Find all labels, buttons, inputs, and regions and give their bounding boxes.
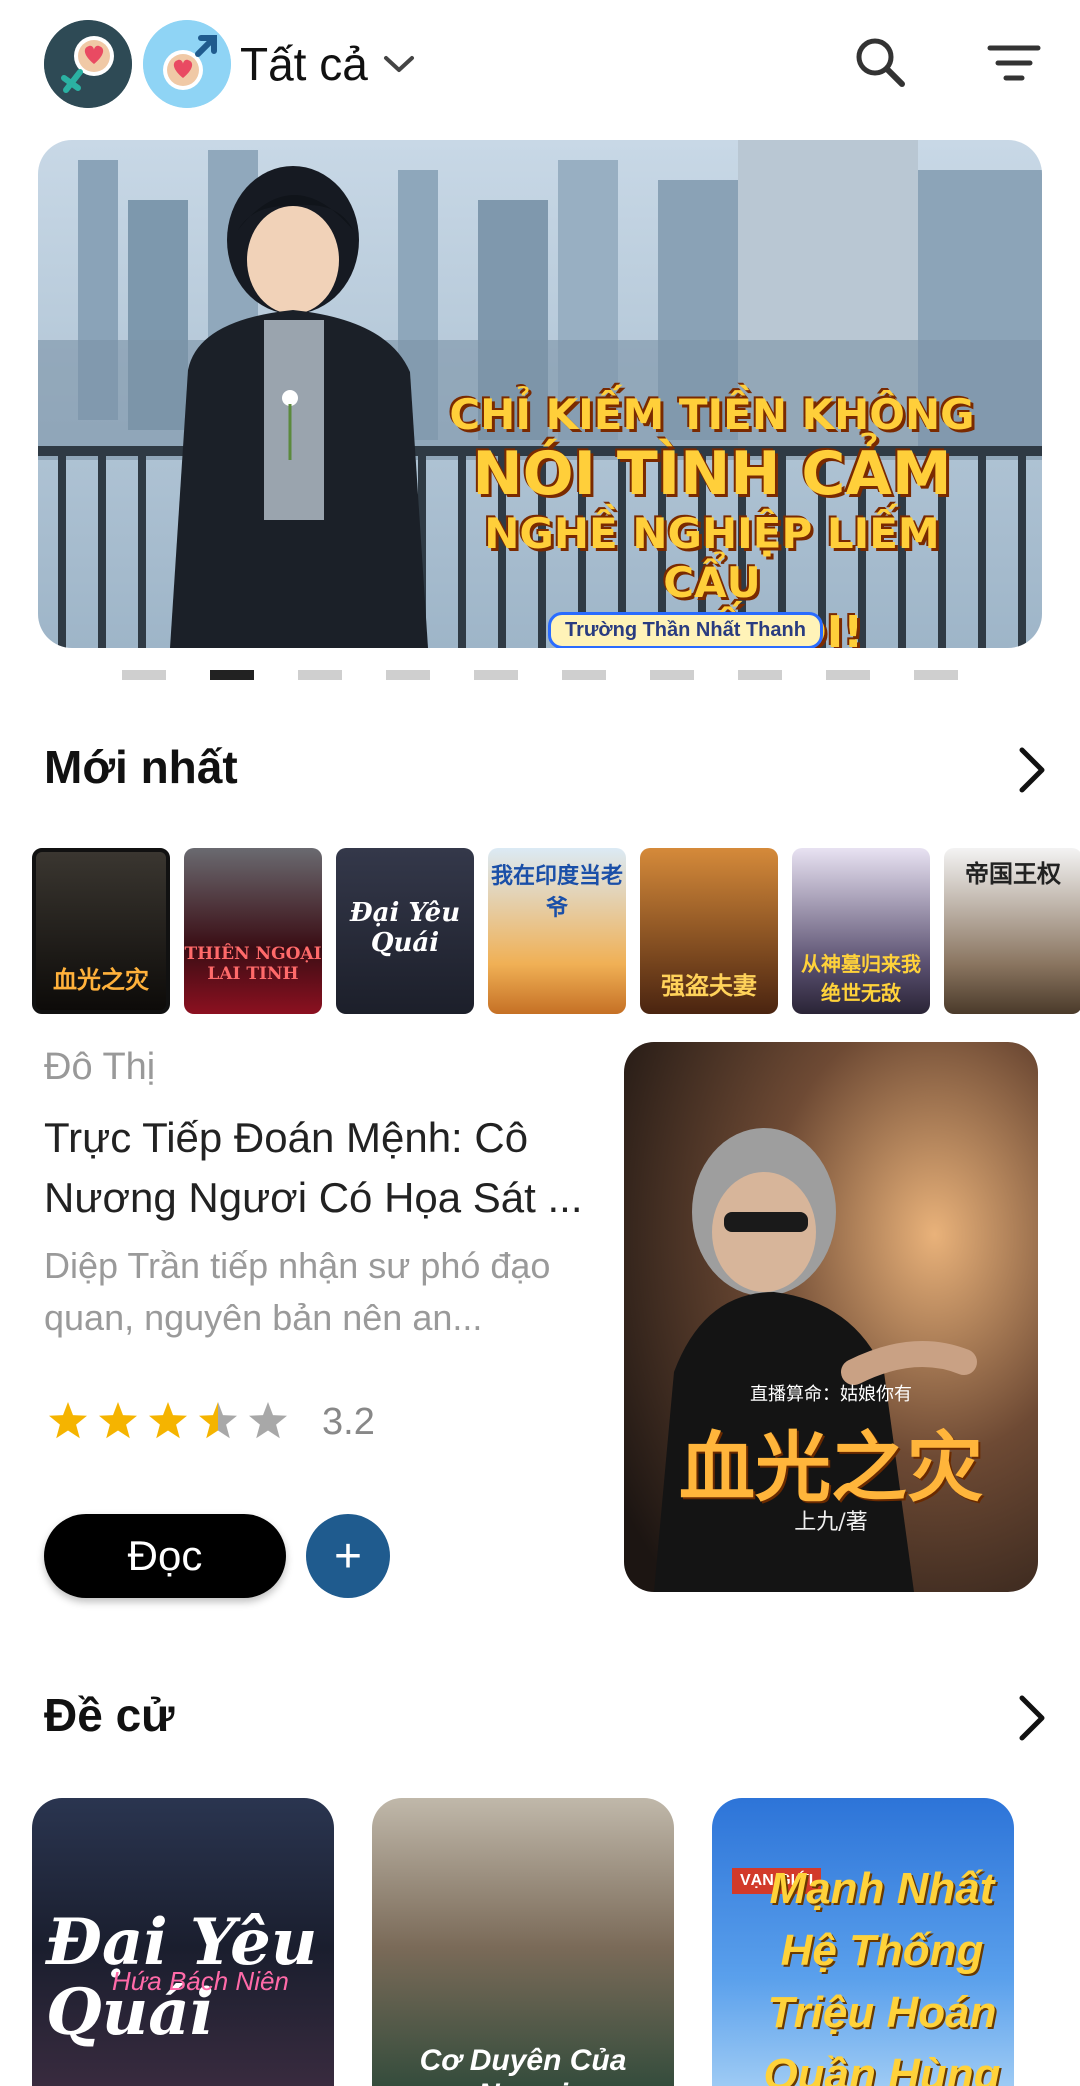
cover-title: 血光之灾 — [679, 1423, 983, 1512]
recommended-book-title: Cơ Duyên Của Ngươi — [419, 2044, 627, 2086]
banner-title-line: CHỈ KIẾM TIỀN KHÔNG — [449, 390, 975, 439]
banner-pagination — [0, 670, 1080, 680]
book-thumbnail-selected[interactable]: 血光之灾 — [32, 848, 170, 1014]
banner-author-tag: Trường Thần Nhất Thanh — [548, 612, 823, 648]
book-thumbnail[interactable]: 帝国王权 — [944, 848, 1080, 1014]
star-icon — [149, 1402, 187, 1439]
pagination-dot-active[interactable] — [210, 670, 254, 680]
pagination-dot[interactable] — [386, 670, 430, 680]
section-title-recommended: Đề cử — [44, 1689, 175, 1741]
thumbnail-title: 强盗夫妻 — [661, 971, 757, 1000]
pagination-dot[interactable] — [122, 670, 166, 680]
rating-stars — [49, 1402, 287, 1439]
banner-title-line: NGHỀ NGHIỆP LIẾM CẨU — [484, 509, 940, 607]
book-thumbnail[interactable]: 我在印度当老爷 — [488, 848, 626, 1014]
rating-value: 3.2 — [322, 1400, 375, 1443]
thumbnail-title: 从神墓归来我绝世无敌 — [801, 952, 921, 1005]
book-genre: Đô Thị — [44, 1046, 156, 1088]
banner-title: CHỈ KIẾM TIỀN KHÔNG NÓI TÌNH CẢM NGHỀ NG… — [432, 390, 992, 648]
star-icon — [249, 1402, 287, 1439]
book-thumbnail[interactable]: 从神墓归来我绝世无敌 — [792, 848, 930, 1014]
thumbnail-title: Đại Yêu Quái — [349, 898, 461, 958]
cover-subtitle: 直播算命：姑娘你有 — [750, 1384, 912, 1405]
star-icon — [99, 1402, 137, 1439]
pagination-dot[interactable] — [562, 670, 606, 680]
book-thumbnail[interactable]: Đại Yêu Quái — [336, 848, 474, 1014]
recommended-book-card[interactable]: Cơ Duyên Của Ngươi — [372, 1798, 674, 2086]
pagination-dot[interactable] — [738, 670, 782, 680]
cover-author: 上九/著 — [794, 1510, 868, 1535]
chevron-right-icon[interactable] — [1012, 1692, 1052, 1744]
female-filter-icon[interactable] — [44, 20, 132, 108]
pagination-dot[interactable] — [914, 670, 958, 680]
chevron-right-icon[interactable] — [1012, 744, 1052, 796]
add-to-library-button[interactable]: + — [306, 1514, 390, 1598]
book-description: Diệp Trần tiếp nhận sư phó đạo quan, ngu… — [44, 1245, 551, 1338]
gender-filter-dropdown[interactable]: Tất cả — [240, 28, 416, 100]
book-title[interactable]: Trực Tiếp Đoán Mệnh: Cô Nương Ngươi Có H… — [44, 1108, 600, 1228]
star-icon — [49, 1402, 87, 1439]
thumbnail-title: THIÊN NGOẠI LAI TINH — [184, 944, 322, 984]
star-icon — [199, 1402, 237, 1439]
chevron-down-icon — [383, 56, 414, 72]
book-thumbnail[interactable]: 强盗夫妻 — [640, 848, 778, 1014]
featured-banner[interactable]: CHỈ KIẾM TIỀN KHÔNG NÓI TÌNH CẢM NGHỀ NG… — [38, 140, 1042, 648]
book-thumbnail[interactable]: THIÊN NGOẠI LAI TINH — [184, 848, 322, 1014]
thumbnail-title: 帝国王权 — [965, 859, 1061, 888]
pagination-dot[interactable] — [298, 670, 342, 680]
male-filter-icon[interactable] — [143, 20, 231, 108]
newest-thumbnail-row: 血光之灾 THIÊN NGOẠI LAI TINH Đại Yêu Quái 我… — [32, 848, 1080, 1014]
top-bar: Tất cả — [0, 0, 1080, 128]
recommended-book-title: Mạnh Nhất Hệ Thống Triệu Hoán Quần Hùng — [763, 1864, 1001, 2086]
recommended-book-card[interactable]: Đại Yêu Quái Hứa Bách Niên — [32, 1798, 334, 2086]
pagination-dot[interactable] — [826, 670, 870, 680]
read-button[interactable]: Đọc — [44, 1514, 286, 1598]
section-title-newest: Mới nhất — [44, 741, 238, 793]
featured-book-cover[interactable]: 直播算命：姑娘你有 血光之灾 上九/著 — [624, 1042, 1038, 1592]
pagination-dot[interactable] — [650, 670, 694, 680]
recommended-book-card[interactable]: VẠN GIỚI Mạnh Nhất Hệ Thống Triệu Hoán Q… — [712, 1798, 1014, 2086]
search-icon[interactable] — [852, 34, 908, 90]
book-rating: 3.2 — [46, 1400, 375, 1444]
filter-icon[interactable] — [984, 38, 1044, 88]
gender-filter-label: Tất cả — [240, 38, 368, 90]
thumbnail-title: 血光之灾 — [53, 965, 149, 994]
banner-title-line: NÓI TÌNH CẢM — [472, 439, 952, 509]
thumbnail-title: 我在印度当老爷 — [490, 863, 623, 921]
recommended-book-subtitle: Hứa Bách Niên — [112, 1966, 289, 1996]
pagination-dot[interactable] — [474, 670, 518, 680]
